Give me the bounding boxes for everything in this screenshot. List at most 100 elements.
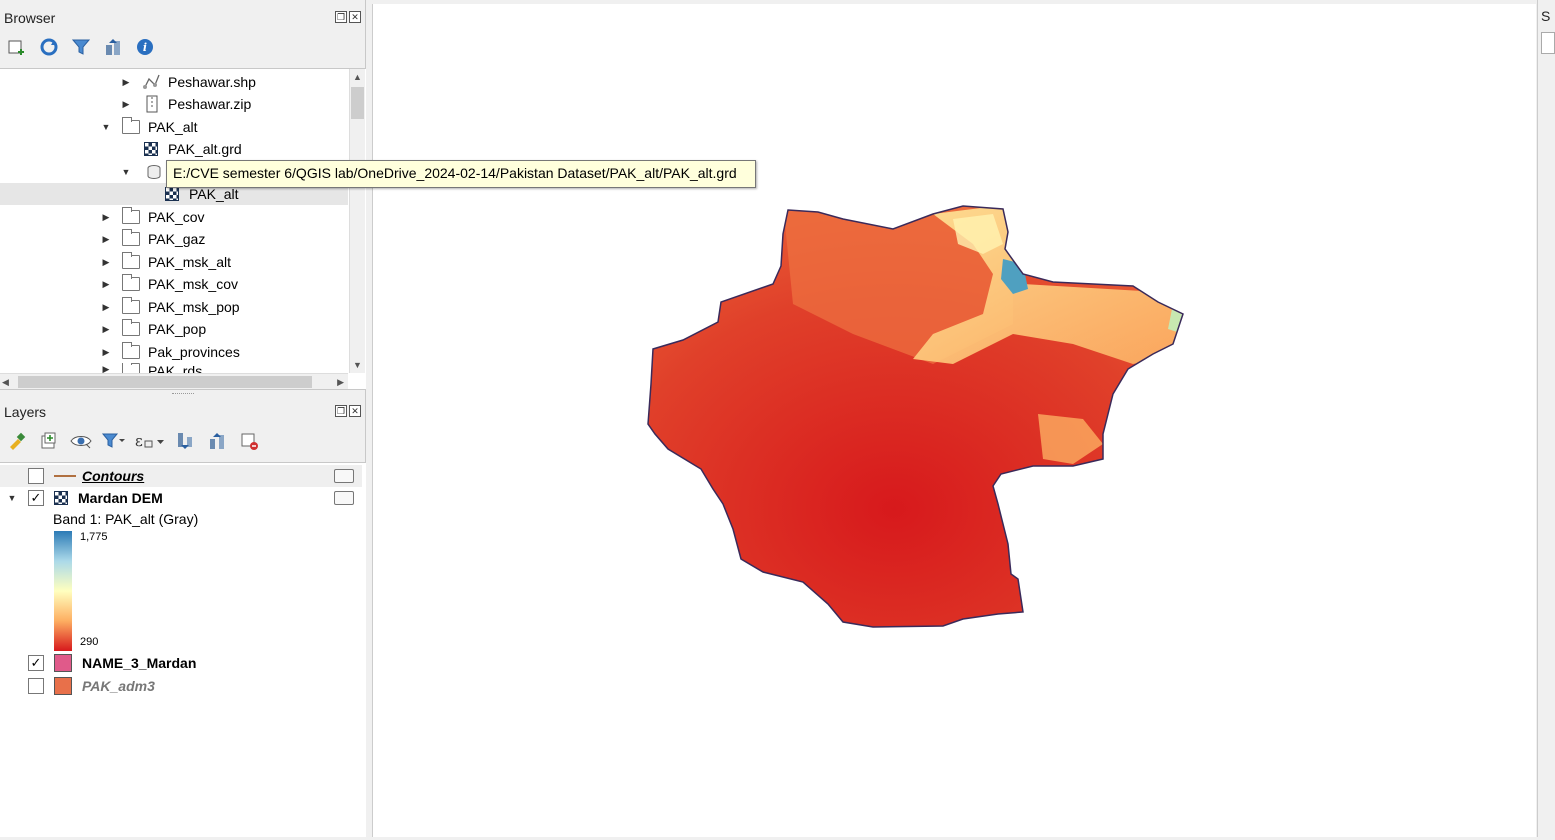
dem-map[interactable] [373,4,1537,837]
line-symbol-icon [54,475,76,477]
chevron-right-icon[interactable]: ▶ [100,256,112,268]
browser-vertical-scrollbar[interactable]: ▲ ▼ [349,69,365,373]
list-item[interactable]: ▶ Peshawar.shp [120,71,256,93]
layer-label: Mardan DEM [78,490,163,506]
folder-icon [122,363,140,373]
raster-icon [165,187,179,201]
expand-all-icon[interactable] [172,428,198,454]
add-group-icon[interactable] [36,428,62,454]
scroll-left-icon[interactable]: ◀ [2,374,9,389]
float-panel-icon[interactable]: ❐ [335,11,347,23]
layers-panel-buttons: ❐ ✕ [335,405,361,417]
info-icon[interactable]: i [132,34,158,60]
close-panel-icon[interactable]: ✕ [349,405,361,417]
add-selected-layers-icon[interactable] [4,34,30,60]
chevron-down-icon[interactable]: ▼ [6,492,18,504]
chevron-right-icon[interactable]: ▶ [100,278,112,290]
layer-item-pak-adm3[interactable]: PAK_adm3 [0,675,362,697]
filter-icon[interactable] [68,34,94,60]
list-item-label: Peshawar.zip [168,96,252,112]
collapse-all-icon[interactable] [100,34,126,60]
browser-tree[interactable]: ▶ Peshawar.shp ▶ Peshawar.zip ▼ PAK_alt … [0,68,366,390]
float-panel-icon[interactable]: ❐ [335,405,347,417]
list-item[interactable]: ▶ PAK_msk_cov [100,273,238,295]
list-item-label: PAK_gaz [148,231,206,247]
layer-item-contours[interactable]: Contours [0,465,362,487]
chevron-down-icon[interactable]: ▼ [100,121,112,133]
refresh-icon[interactable] [36,34,62,60]
scroll-right-icon[interactable]: ▶ [337,374,344,389]
eye-visibility-icon[interactable] [68,428,94,454]
chevron-right-icon[interactable]: ▶ [100,211,112,223]
chevron-right-icon[interactable]: ▶ [100,363,112,374]
chevron-right-icon[interactable]: ▶ [120,98,132,110]
close-panel-icon[interactable]: ✕ [349,11,361,23]
scroll-thumb[interactable] [351,87,364,119]
layer-visibility-checkbox[interactable]: ✓ [28,490,44,506]
chevron-right-icon[interactable]: ▶ [100,346,112,358]
layers-tree[interactable]: Contours ▼ ✓ Mardan DEM Band 1: PAK_alt … [0,462,366,837]
expression-filter-icon[interactable]: ε [132,428,166,454]
chevron-right-icon[interactable]: ▶ [100,301,112,313]
memory-layer-icon[interactable] [334,491,354,505]
map-canvas[interactable] [372,4,1536,837]
folder-icon [122,207,140,224]
list-item[interactable]: ▼ PAK_alt [100,116,198,138]
list-item[interactable]: ▶ Peshawar.zip [120,93,251,115]
filter-legend-icon[interactable] [100,428,126,454]
raster-icon [144,142,158,156]
layer-item-mardan-dem[interactable]: ▼ ✓ Mardan DEM [0,487,362,509]
list-item[interactable]: ▼ [120,161,164,183]
collapse-all-icon[interactable] [204,428,230,454]
folder-icon [122,319,140,336]
chevron-right-icon[interactable]: ▶ [100,323,112,335]
folder-icon [122,342,140,359]
dem-raster [648,206,1183,627]
folder-icon [122,117,140,134]
list-item-label: PAK_alt [148,119,198,135]
browser-horizontal-scrollbar[interactable]: ◀ ▶ [0,373,348,389]
memory-layer-icon[interactable] [334,469,354,483]
list-item[interactable]: ▶ PAK_cov [100,206,205,228]
list-item-label: PAK_msk_cov [148,276,238,292]
scroll-up-icon[interactable]: ▲ [350,69,365,85]
layer-visibility-checkbox[interactable] [28,468,44,484]
list-item[interactable]: ▶ PAK_msk_alt [100,251,231,273]
folder-icon [122,229,140,246]
fill-symbol-icon [54,677,72,695]
search-input[interactable] [1541,32,1555,54]
band-label: Band 1: PAK_alt (Gray) [53,511,199,527]
svg-text:ε: ε [135,432,143,450]
list-item[interactable]: ▶ Pak_provinces [100,341,240,363]
layer-item-name3-mardan[interactable]: ✓ NAME_3_Mardan [0,652,362,674]
scroll-down-icon[interactable]: ▼ [350,357,365,373]
list-item[interactable]: PAK_alt.grd [144,138,242,160]
chevron-right-icon[interactable]: ▶ [120,76,132,88]
list-item-label: PAK_pop [148,321,207,337]
layers-panel-title: Layers [4,404,47,420]
layer-label: NAME_3_Mardan [82,655,197,671]
left-dock: Browser ❐ ✕ i ▶ Peshawar.shp ▶ Peshawar.… [0,0,366,837]
list-item[interactable]: ▶ PAK_rds [100,363,202,373]
list-item[interactable]: ▶ PAK_msk_pop [100,296,240,318]
style-brush-icon[interactable] [4,428,30,454]
list-item[interactable]: ▶ PAK_gaz [100,228,205,250]
right-panel-title-clipped: S [1541,8,1551,24]
browser-panel-buttons: ❐ ✕ [335,11,361,23]
layer-visibility-checkbox[interactable]: ✓ [28,655,44,671]
folder-icon [122,274,140,291]
chevron-right-icon[interactable]: ▶ [100,233,112,245]
remove-layer-icon[interactable] [236,428,262,454]
browser-panel-title: Browser [4,10,56,26]
chevron-down-icon[interactable]: ▼ [120,166,132,178]
vector-file-icon [143,74,160,89]
layers-toolbar: ε [4,428,262,454]
scroll-thumb[interactable] [18,376,312,388]
list-item-label: PAK_msk_pop [148,299,240,315]
list-item[interactable]: ▶ PAK_pop [100,318,206,340]
list-item-label: PAK_alt [189,186,239,202]
raster-icon [54,491,68,505]
splitter-handle[interactable] [172,393,194,395]
ramp-min-label: 290 [80,636,99,648]
layer-visibility-checkbox[interactable] [28,678,44,694]
